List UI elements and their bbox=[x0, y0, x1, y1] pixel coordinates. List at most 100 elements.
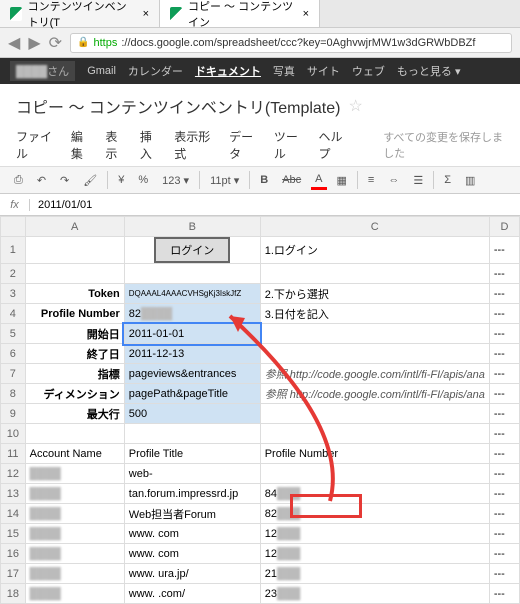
gbar-documents[interactable]: ドキュメント bbox=[195, 63, 261, 79]
row-header[interactable]: 3 bbox=[1, 284, 26, 304]
fx-input[interactable]: 2011/01/01 bbox=[30, 199, 100, 211]
reload-button[interactable]: ⟳ bbox=[49, 33, 62, 53]
menu-data[interactable]: データ bbox=[229, 128, 260, 162]
cell[interactable]: pagePath&pageTitle bbox=[124, 384, 260, 404]
cell[interactable]: --- bbox=[489, 564, 519, 584]
fillcolor-button[interactable]: ▦ bbox=[333, 172, 351, 189]
cell[interactable]: ████ bbox=[25, 564, 124, 584]
strike-button[interactable]: Abc bbox=[278, 172, 305, 188]
cell[interactable]: 3.日付を記入 bbox=[260, 304, 489, 324]
cell[interactable]: ████ bbox=[25, 584, 124, 604]
close-icon[interactable]: × bbox=[303, 8, 309, 20]
paint-button[interactable]: 🖌 bbox=[79, 172, 101, 189]
merge-button[interactable]: ⇔ bbox=[384, 172, 403, 188]
cell[interactable]: --- bbox=[489, 404, 519, 424]
col-header-a[interactable]: A bbox=[25, 217, 124, 237]
bold-button[interactable]: B bbox=[256, 172, 272, 188]
row-header[interactable]: 13 bbox=[1, 484, 26, 504]
cell[interactable]: --- bbox=[489, 424, 519, 444]
cell[interactable]: 84 bbox=[265, 488, 277, 500]
cell[interactable]: 終了日 bbox=[25, 344, 124, 364]
cell[interactable]: --- bbox=[489, 237, 519, 264]
row-header[interactable]: 15 bbox=[1, 524, 26, 544]
cell[interactable]: Account Name bbox=[25, 444, 124, 464]
percent-button[interactable]: % bbox=[134, 172, 152, 188]
cell[interactable]: --- bbox=[489, 324, 519, 344]
cell[interactable]: 最大行 bbox=[25, 404, 124, 424]
menu-file[interactable]: ファイル bbox=[16, 128, 57, 162]
row-header[interactable]: 16 bbox=[1, 544, 26, 564]
cell[interactable]: DQAAAL4AAACVHSgKj3IskJfZ bbox=[124, 284, 260, 304]
gbar-photos[interactable]: 写真 bbox=[273, 63, 295, 79]
cell[interactable]: www. com bbox=[124, 524, 260, 544]
cell[interactable]: --- bbox=[489, 484, 519, 504]
redo-button[interactable]: ↷ bbox=[56, 172, 73, 189]
cell[interactable]: --- bbox=[489, 304, 519, 324]
gbar-more[interactable]: もっと見る ▾ bbox=[397, 63, 461, 79]
cell[interactable]: ████ bbox=[25, 464, 124, 484]
cell[interactable]: pageviews&entrances bbox=[124, 364, 260, 384]
cell[interactable]: 82 bbox=[265, 508, 277, 520]
cell[interactable]: Profile Title bbox=[124, 444, 260, 464]
url-input[interactable]: 🔒 https://docs.google.com/spreadsheet/cc… bbox=[70, 33, 512, 53]
spreadsheet-grid[interactable]: A B C D 1ログイン1.ログイン--- 2--- 3TokenDQAAAL… bbox=[0, 216, 520, 604]
row-header[interactable]: 10 bbox=[1, 424, 26, 444]
menu-edit[interactable]: 編集 bbox=[71, 128, 91, 162]
cell[interactable]: --- bbox=[489, 464, 519, 484]
col-header-b[interactable]: B bbox=[124, 217, 260, 237]
row-header[interactable]: 8 bbox=[1, 384, 26, 404]
cell[interactable]: --- bbox=[489, 544, 519, 564]
cell[interactable]: 500 bbox=[124, 404, 260, 424]
textcolor-button[interactable]: A bbox=[311, 171, 326, 190]
align-button[interactable]: ≡ bbox=[364, 172, 378, 188]
col-header-d[interactable]: D bbox=[489, 217, 519, 237]
gbar-web[interactable]: ウェブ bbox=[352, 63, 385, 79]
row-header[interactable]: 2 bbox=[1, 264, 26, 284]
cell[interactable]: Token bbox=[25, 284, 124, 304]
cell[interactable]: 1.ログイン bbox=[260, 237, 489, 264]
close-icon[interactable]: × bbox=[143, 8, 149, 20]
row-header[interactable]: 7 bbox=[1, 364, 26, 384]
chart-button[interactable]: ▥ bbox=[461, 172, 479, 189]
cell[interactable]: 参照 http://code.google.com/intl/fi-FI/api… bbox=[260, 384, 489, 404]
row-header[interactable]: 6 bbox=[1, 344, 26, 364]
cell[interactable]: www. ura.jp/ bbox=[124, 564, 260, 584]
cell[interactable]: --- bbox=[489, 264, 519, 284]
cell[interactable]: ████ bbox=[25, 484, 124, 504]
row-header[interactable]: 9 bbox=[1, 404, 26, 424]
undo-button[interactable]: ↶ bbox=[33, 172, 50, 189]
doc-title[interactable]: コピー ～ コンテンツインベントリ(Template) bbox=[16, 94, 340, 118]
row-header[interactable]: 5 bbox=[1, 324, 26, 344]
row-header[interactable]: 14 bbox=[1, 504, 26, 524]
cell[interactable]: Web担当者Forum bbox=[124, 504, 260, 524]
row-header[interactable]: 18 bbox=[1, 584, 26, 604]
cell[interactable]: --- bbox=[489, 504, 519, 524]
cell[interactable]: 23 bbox=[265, 588, 277, 600]
formula-button[interactable]: Σ bbox=[440, 172, 455, 188]
cell[interactable]: web- bbox=[124, 464, 260, 484]
menu-insert[interactable]: 挿入 bbox=[140, 128, 160, 162]
cell[interactable]: 21 bbox=[265, 568, 277, 580]
cell[interactable]: --- bbox=[489, 444, 519, 464]
menu-format[interactable]: 表示形式 bbox=[174, 128, 215, 162]
forward-button[interactable]: ▶ bbox=[28, 33, 40, 53]
currency-button[interactable]: ¥ bbox=[114, 172, 128, 188]
cell[interactable]: 参照 http://code.google.com/intl/fi-FI/api… bbox=[260, 364, 489, 384]
cell[interactable]: www. com bbox=[124, 544, 260, 564]
row-header[interactable]: 1 bbox=[1, 237, 26, 264]
cell[interactable]: --- bbox=[489, 344, 519, 364]
active-cell[interactable]: 2011-01-01 bbox=[124, 324, 260, 344]
browser-tab-1[interactable]: コピー ～ コンテンツイン× bbox=[160, 0, 320, 27]
cell[interactable]: Profile Number bbox=[25, 304, 124, 324]
cell[interactable]: 82 bbox=[129, 308, 141, 320]
gbar-sites[interactable]: サイト bbox=[307, 63, 340, 79]
fontsize-select[interactable]: 11pt ▾ bbox=[206, 172, 243, 189]
login-button[interactable]: ログイン bbox=[154, 237, 230, 263]
gbar-gmail[interactable]: Gmail bbox=[87, 65, 116, 77]
cell[interactable]: 開始日 bbox=[25, 324, 124, 344]
row-header[interactable]: 11 bbox=[1, 444, 26, 464]
cell[interactable]: 12 bbox=[265, 548, 277, 560]
cell[interactable]: ████ bbox=[25, 504, 124, 524]
cell[interactable]: 12 bbox=[265, 528, 277, 540]
menu-tools[interactable]: ツール bbox=[274, 128, 305, 162]
